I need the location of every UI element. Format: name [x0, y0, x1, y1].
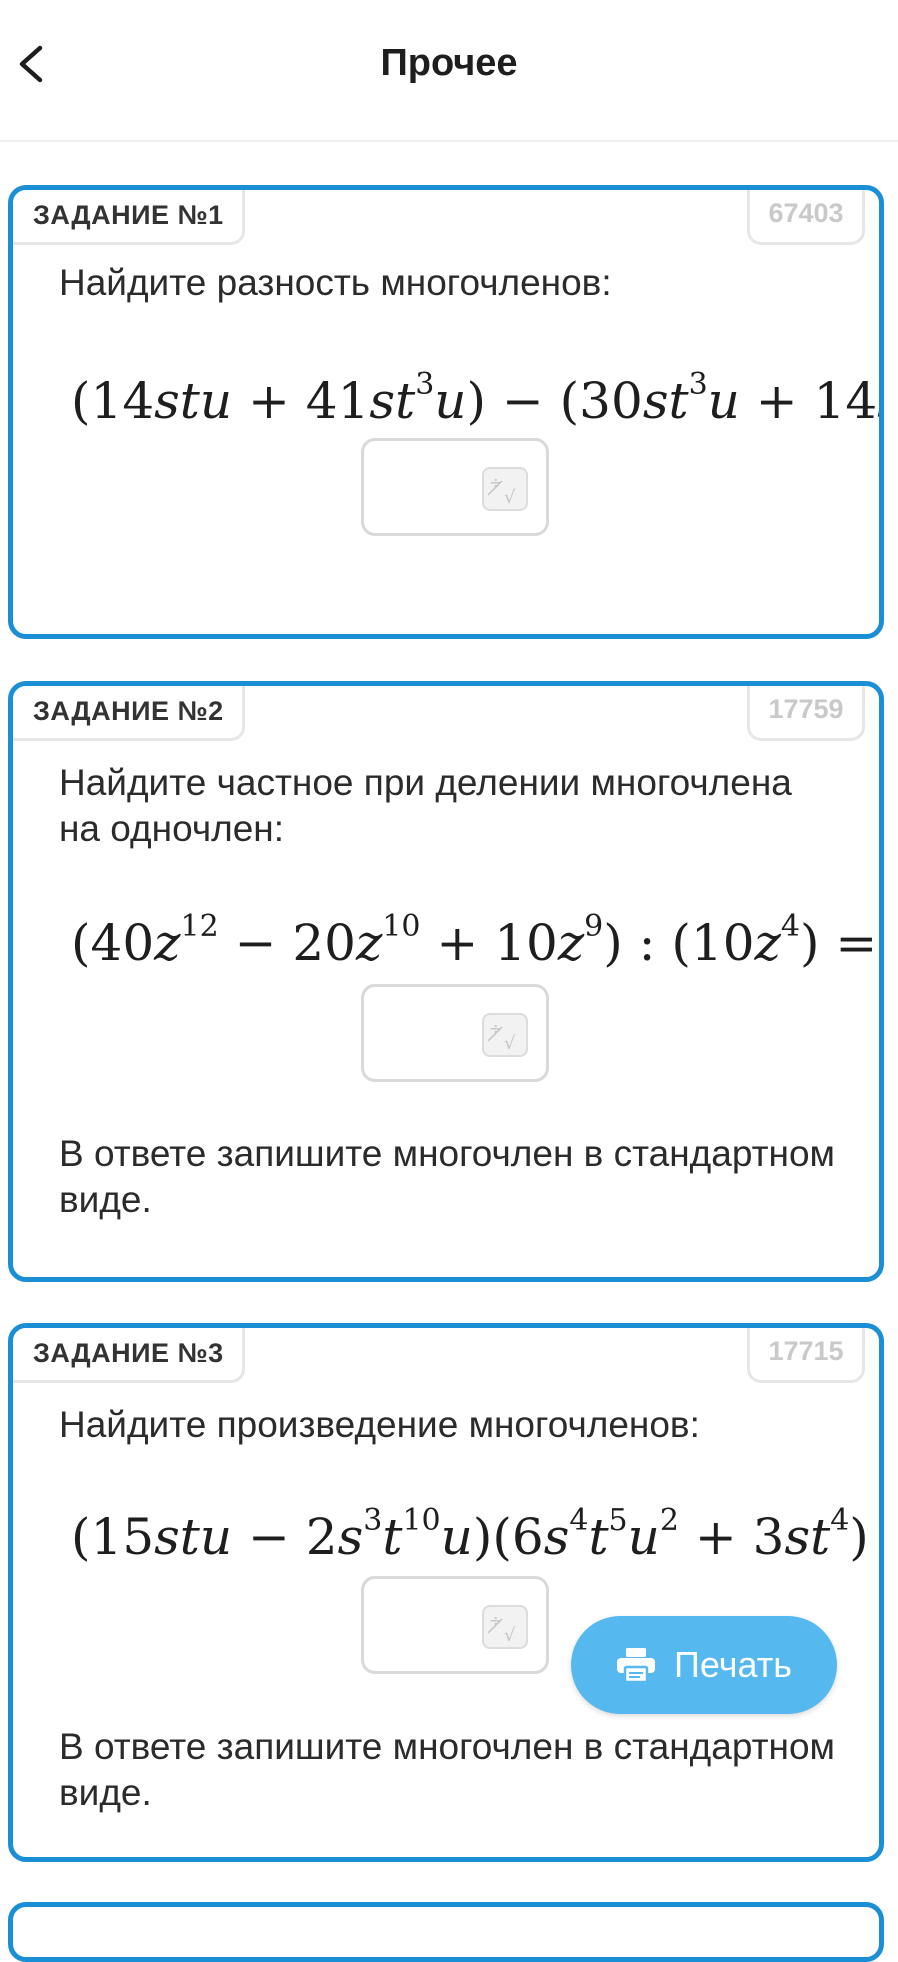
task-question: Найдите произведение многочленов:: [59, 1404, 700, 1445]
task-card-4: [8, 1902, 884, 1962]
answer-input[interactable]: ÷ √: [361, 984, 549, 1082]
task-number-label: ЗАДАНИЕ №1: [13, 190, 245, 245]
svg-text:√: √: [504, 487, 516, 508]
task-card-1: ЗАДАНИЕ №1 67403 Найдите разность многоч…: [8, 185, 884, 639]
task-formula: (14stu + 41st3u) − (30st3u + 14stu): [71, 367, 879, 431]
svg-text:√: √: [504, 1033, 516, 1054]
print-button[interactable]: Печать: [571, 1616, 837, 1714]
task-number-label: ЗАДАНИЕ №3: [13, 1328, 245, 1383]
task-id-badge: 17759: [747, 686, 865, 741]
page-title: Прочее: [380, 42, 518, 84]
task-id-badge: 67403: [747, 190, 865, 245]
task-question: Найдите частное при делении многочлена н…: [59, 762, 792, 849]
answer-input[interactable]: ÷ √: [361, 1576, 549, 1674]
answer-input[interactable]: ÷ √: [361, 438, 549, 536]
svg-text:√: √: [504, 1625, 516, 1646]
task-note: В ответе запишите многочлен в стандартно…: [59, 1133, 835, 1220]
task-question: Найдите разность многочленов:: [59, 262, 612, 303]
task-number-label: ЗАДАНИЕ №2: [13, 686, 245, 741]
task-formula: (15stu − 2s3t10u)(6s4t5u2 + 3st4): [71, 1503, 869, 1567]
math-keyboard-icon[interactable]: ÷ √: [482, 467, 528, 511]
top-bar: Прочее: [0, 0, 898, 142]
math-keyboard-icon[interactable]: ÷ √: [482, 1605, 528, 1649]
printer-icon: [617, 1648, 656, 1683]
task-id-badge: 17715: [747, 1328, 865, 1383]
task-card-2: ЗАДАНИЕ №2 17759 Найдите частное при дел…: [8, 681, 884, 1282]
task-note: В ответе запишите многочлен в стандартно…: [59, 1726, 835, 1813]
print-button-label: Печать: [674, 1644, 792, 1685]
task-card-3: ЗАДАНИЕ №3 17715 Найдите произведение мн…: [8, 1323, 884, 1862]
math-keyboard-icon[interactable]: ÷ √: [482, 1013, 528, 1057]
task-formula: (40z12 − 20z10 + 10z9) : (10z4) =: [71, 909, 878, 973]
